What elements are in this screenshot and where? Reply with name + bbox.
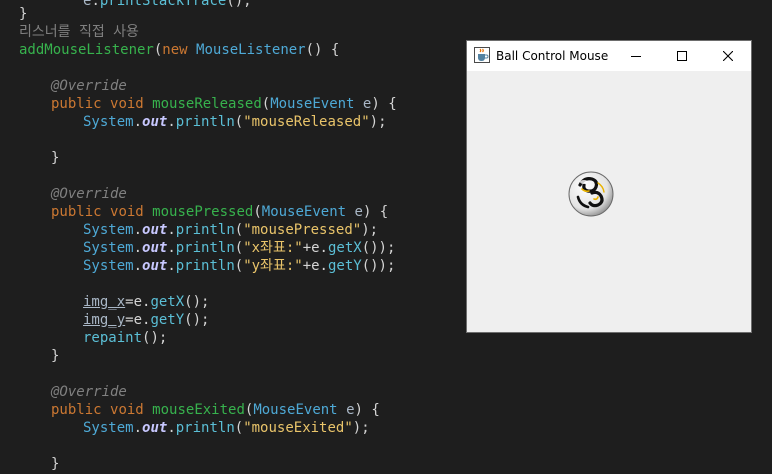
window-title: Ball Control Mouse	[496, 49, 609, 63]
code-line: }	[19, 6, 28, 22]
ball-control-window[interactable]: Ball Control Mouse	[467, 41, 751, 332]
maximize-button[interactable]	[659, 41, 705, 71]
code-line: repaint();	[83, 330, 168, 346]
close-button[interactable]	[705, 41, 751, 71]
code-line: System.out.println("mouseExited");	[83, 420, 370, 436]
minimize-button[interactable]	[613, 41, 659, 71]
code-line: }	[51, 348, 60, 364]
code-comment: 리스너를 직접 사용	[19, 24, 139, 40]
code-method-signature: public void mouseReleased(MouseEvent e) …	[51, 96, 397, 112]
code-line: System.out.println("x좌표:"+e.getX());	[83, 240, 396, 256]
soccer-ball-icon[interactable]	[568, 171, 614, 217]
code-line: }	[51, 456, 60, 472]
code-method-signature: public void mouseExited(MouseEvent e) {	[51, 402, 380, 418]
window-client-area[interactable]	[467, 71, 751, 332]
maximize-icon	[677, 51, 687, 61]
code-line: addMouseListener(new MouseListener() {	[19, 42, 340, 58]
code-line: e.printStackTrace();	[83, 0, 252, 9]
code-annotation: @Override	[51, 186, 127, 202]
code-line: System.out.println("mousePressed");	[83, 222, 379, 238]
java-cup-icon[interactable]	[474, 47, 490, 63]
code-line: System.out.println("y좌표:"+e.getY());	[83, 258, 396, 274]
code-annotation: @Override	[51, 384, 127, 400]
code-line: img_x=e.getX();	[83, 294, 210, 310]
window-titlebar[interactable]: Ball Control Mouse	[467, 41, 751, 71]
minimize-icon	[631, 56, 641, 57]
close-icon	[723, 51, 733, 61]
code-line: System.out.println("mouseReleased");	[83, 114, 387, 130]
code-line: }	[51, 150, 60, 166]
code-line: img_y=e.getY();	[83, 312, 210, 328]
code-annotation: @Override	[51, 78, 127, 94]
code-method-signature: public void mousePressed(MouseEvent e) {	[51, 204, 389, 220]
